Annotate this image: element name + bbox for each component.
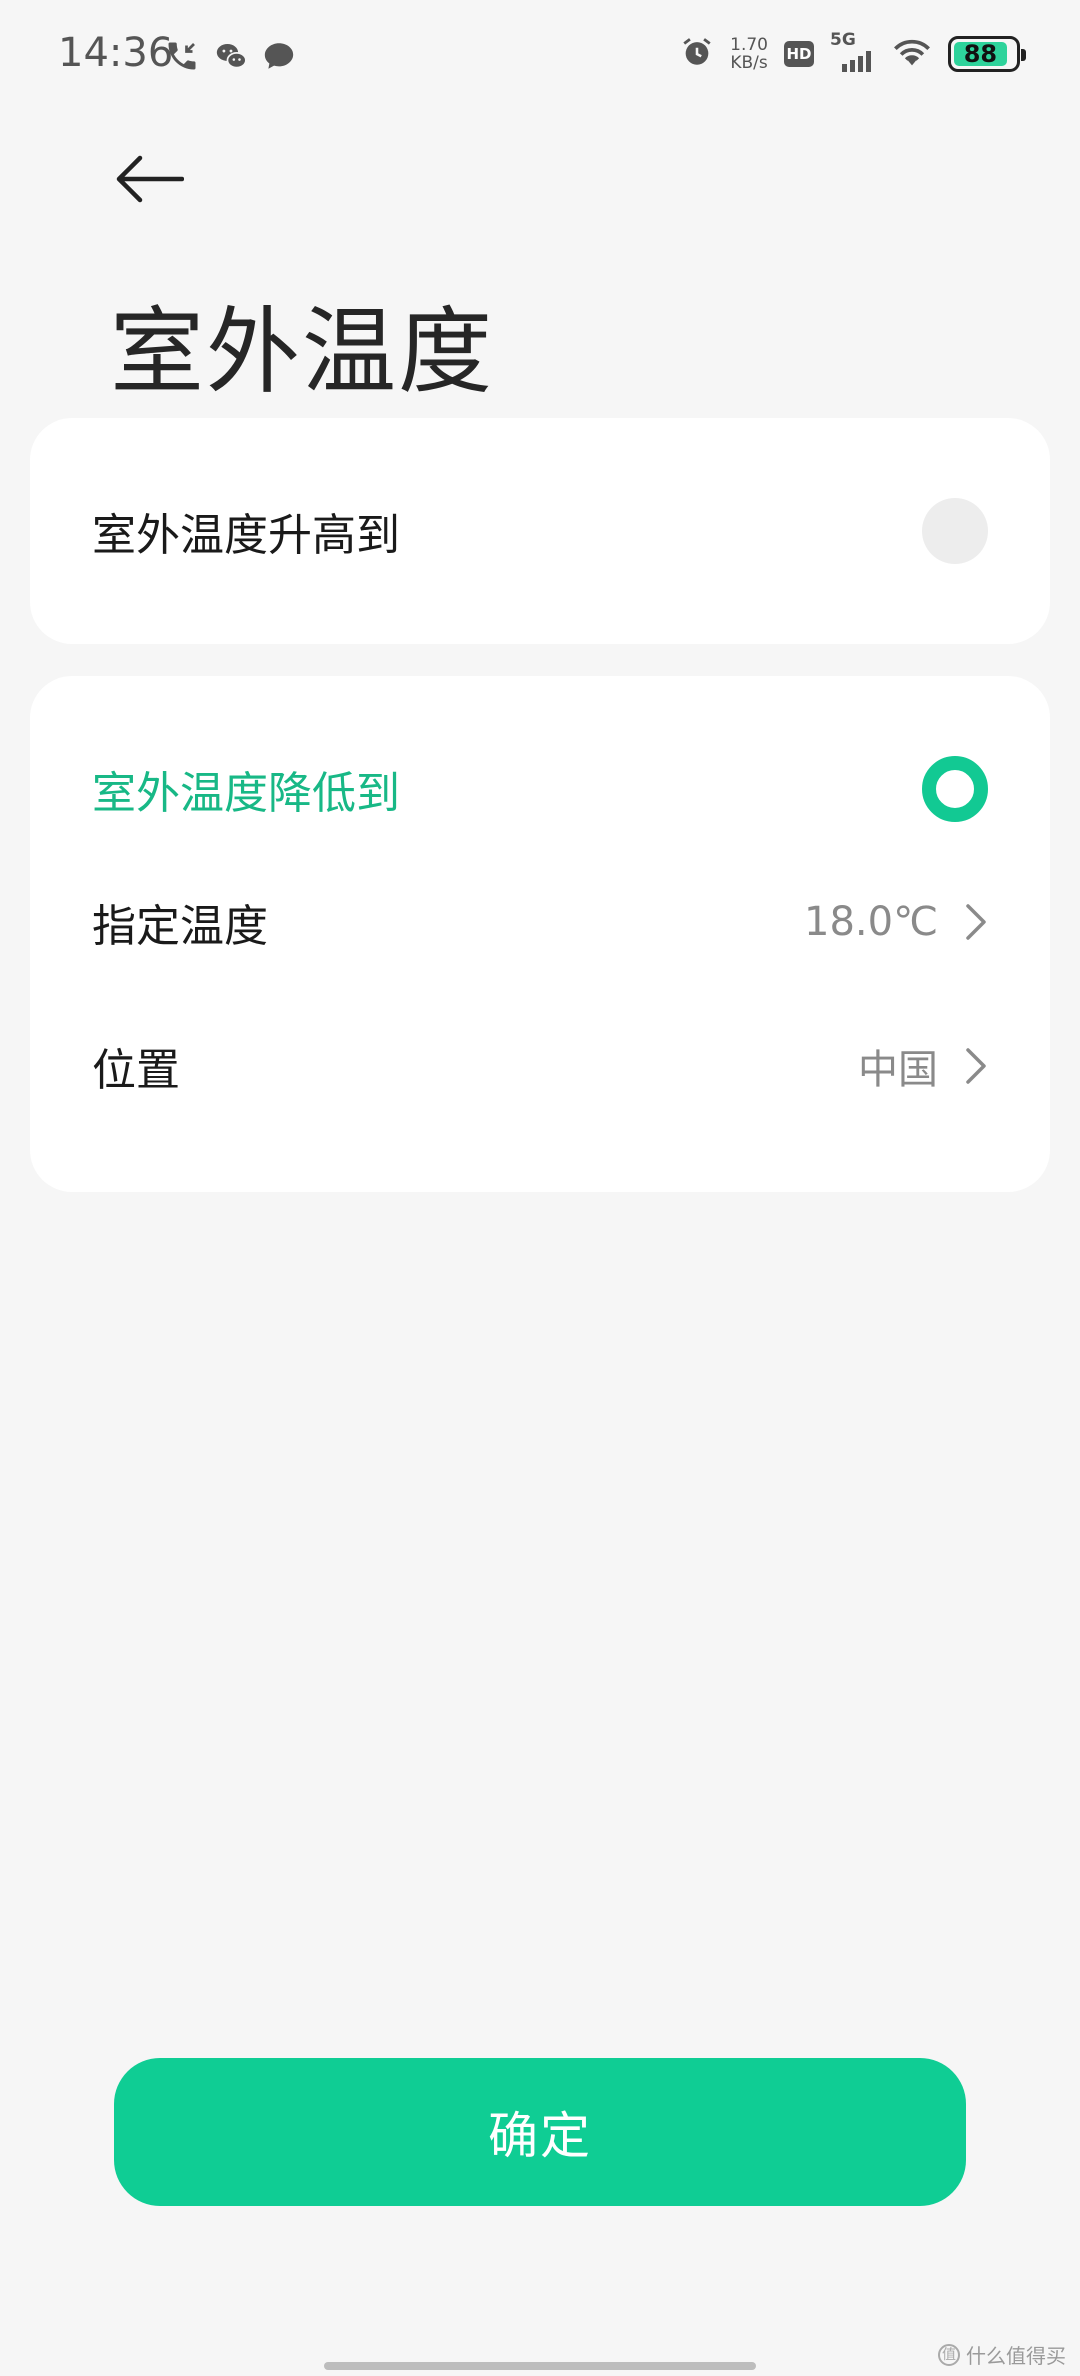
option-fall[interactable]: 室外温度降低到 bbox=[30, 756, 1050, 822]
status-time: 14:36 bbox=[58, 30, 174, 76]
status-bar: 14:36 1.70 KB/s HD 5G 88 bbox=[0, 0, 1080, 116]
location-value: 中国 bbox=[858, 1047, 938, 1093]
radio-selected-icon[interactable] bbox=[922, 756, 988, 822]
network-speed: 1.70 KB/s bbox=[730, 36, 768, 72]
wechat-icon bbox=[214, 39, 248, 77]
alarm-icon bbox=[680, 35, 714, 73]
chevron-right-icon bbox=[966, 1048, 986, 1084]
confirm-button[interactable]: 确定 bbox=[114, 2058, 966, 2206]
option-card-fall: 室外温度降低到 指定温度 18.0℃ 位置 中国 bbox=[30, 676, 1050, 1192]
option-fall-label: 室外温度降低到 bbox=[92, 768, 400, 819]
net-speed-unit: KB/s bbox=[730, 53, 768, 73]
temperature-label: 指定温度 bbox=[92, 901, 268, 952]
wifi-icon bbox=[892, 35, 932, 73]
missed-call-icon bbox=[164, 38, 200, 78]
option-card-rise: 室外温度升高到 bbox=[30, 418, 1050, 644]
cellular-signal-icon: 5G bbox=[830, 30, 876, 74]
message-icon bbox=[262, 39, 296, 77]
notification-icons bbox=[164, 38, 296, 78]
chevron-right-icon bbox=[966, 904, 986, 940]
temperature-setting-row[interactable]: 指定温度 18.0℃ bbox=[30, 882, 1050, 962]
option-rise[interactable]: 室外温度升高到 bbox=[30, 498, 1050, 564]
location-label: 位置 bbox=[92, 1045, 180, 1096]
arrow-left-icon bbox=[116, 155, 184, 203]
radio-unselected-icon[interactable] bbox=[922, 498, 988, 564]
home-indicator[interactable] bbox=[324, 2362, 756, 2370]
watermark-text: 什么值得买 bbox=[966, 2344, 1066, 2368]
option-rise-label: 室外温度升高到 bbox=[92, 510, 400, 561]
watermark: 值 什么值得买 bbox=[938, 2340, 1066, 2369]
battery-icon: 88 bbox=[948, 36, 1026, 72]
net-speed-value: 1.70 bbox=[730, 35, 768, 55]
location-setting-row[interactable]: 位置 中国 bbox=[30, 1026, 1050, 1106]
page-title: 室外温度 bbox=[110, 298, 495, 407]
back-button[interactable] bbox=[106, 146, 192, 212]
temperature-value: 18.0℃ bbox=[804, 899, 938, 945]
battery-level: 88 bbox=[954, 40, 1007, 68]
watermark-logo-icon: 值 bbox=[938, 2343, 960, 2366]
hd-badge: HD bbox=[784, 41, 814, 67]
